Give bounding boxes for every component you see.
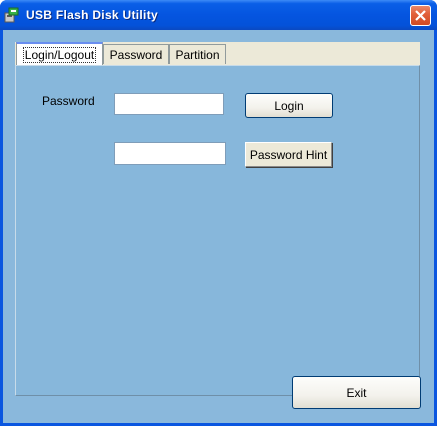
password-hint-input[interactable] [114,142,226,165]
tab-login-logout[interactable]: Login/Logout [16,42,103,66]
password-hint-button[interactable]: Password Hint [245,142,332,167]
password-label: Password [42,94,95,108]
title-bar[interactable]: USB Flash Disk Utility [0,0,437,30]
exit-button[interactable]: Exit [292,376,421,409]
login-button[interactable]: Login [245,93,333,118]
close-button[interactable] [410,5,431,26]
tab-label: Partition [175,47,220,62]
tab-password[interactable]: Password [103,44,169,64]
tab-label: Password [109,47,163,62]
window-title: USB Flash Disk Utility [26,8,158,22]
usb-disk-icon [4,7,19,23]
tab-label: Login/Logout [22,47,97,63]
login-logout-panel: Password Login Password Hint [15,65,420,396]
password-input[interactable] [114,93,224,115]
tab-partition[interactable]: Partition [169,44,226,64]
app-window: USB Flash Disk Utility Login/Logout Pass… [0,0,437,426]
close-icon [415,10,426,21]
client-area: Login/Logout Password Partition Password… [3,30,434,423]
